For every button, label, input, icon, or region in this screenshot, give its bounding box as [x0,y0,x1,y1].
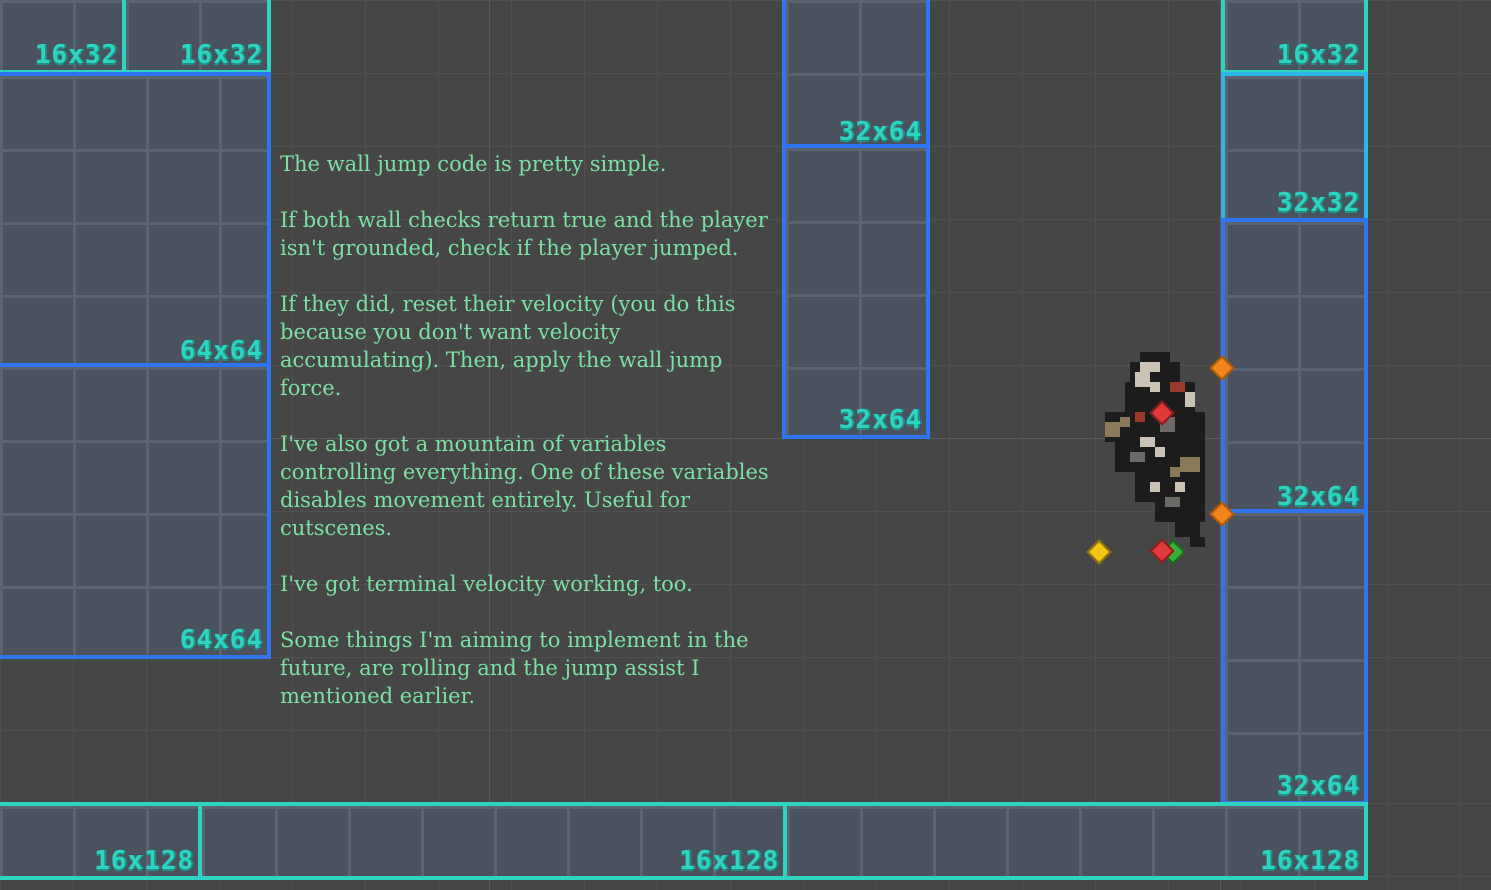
dev-notes-text: The wall jump code is pretty simple. If … [280,150,775,738]
tile-32x32-right[interactable]: 32x32 [1221,72,1368,222]
tile-16x32-top-left-1[interactable]: 16x32 [0,0,126,74]
tile-32x64-center-upper[interactable]: 32x64 [782,0,930,151]
tile-size-label: 64x64 [179,625,263,655]
tile-size-label: 16x128 [1260,846,1360,876]
note-paragraph: If they did, reset their velocity (you d… [280,292,736,400]
tile-16x32-right-top[interactable]: 16x32 [1221,0,1368,74]
note-paragraph: The wall jump code is pretty simple. [280,152,667,176]
tile-64x64-left-lower[interactable]: 64x64 [0,363,271,659]
tile-size-label: 32x64 [838,117,922,147]
tile-size-label: 16x128 [94,846,194,876]
tile-size-label: 16x32 [34,40,118,70]
tile-size-label: 32x64 [838,405,922,435]
tile-16x32-top-left-2[interactable]: 16x32 [122,0,271,74]
tile-size-label: 32x64 [1276,482,1360,512]
note-paragraph: If both wall checks return true and the … [280,208,768,260]
tile-size-label: 32x64 [1276,771,1360,801]
tile-16x128-bottom-3[interactable]: 16x128 [783,802,1368,880]
note-paragraph: I've got terminal velocity working, too. [280,572,693,596]
tile-size-label: 16x32 [179,40,263,70]
note-paragraph: I've also got a mountain of variables co… [280,432,769,540]
level-editor-canvas[interactable]: 16x32 16x32 64x64 64x64 32x64 32x64 16x3… [0,0,1491,890]
tile-size-label: 32x32 [1276,188,1360,218]
tile-64x64-left-upper[interactable]: 64x64 [0,72,271,370]
tile-32x64-right-lower[interactable]: 32x64 [1221,509,1368,805]
tile-32x64-center-lower[interactable]: 32x64 [782,144,930,439]
tile-32x64-right-upper[interactable]: 32x64 [1221,218,1368,516]
tile-16x128-bottom-2[interactable]: 16x128 [198,802,787,880]
player-character-sprite[interactable] [1100,352,1225,547]
tile-size-label: 16x32 [1276,40,1360,70]
tile-size-label: 16x128 [679,846,779,876]
tile-size-label: 64x64 [179,336,263,366]
note-paragraph: Some things I'm aiming to implement in t… [280,628,749,708]
tile-16x128-bottom-1[interactable]: 16x128 [0,802,202,880]
